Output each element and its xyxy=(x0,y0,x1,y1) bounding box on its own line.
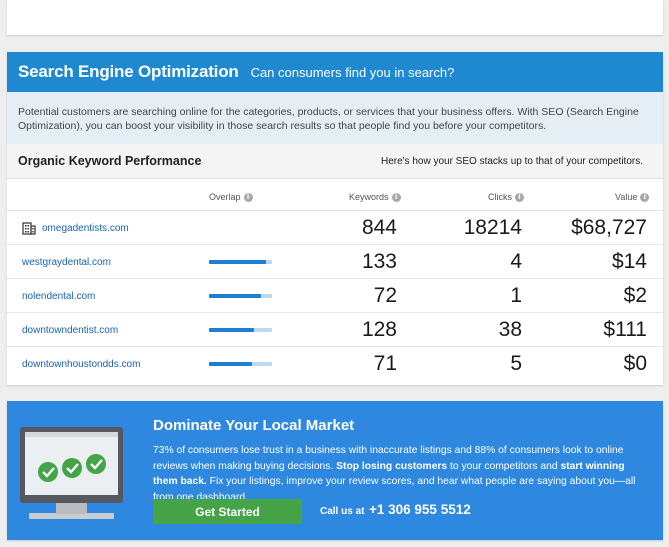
column-value-label: Value xyxy=(615,192,638,202)
overlap-bar xyxy=(209,328,272,332)
keywords-value: 133 xyxy=(361,250,397,273)
phone-number[interactable]: +1 306 955 5512 xyxy=(369,502,471,517)
column-keywords-label: Keywords xyxy=(349,192,389,202)
column-overlap-label: Overlap xyxy=(209,192,241,202)
value-amount: $14 xyxy=(611,250,647,273)
column-clicks: Clicks i xyxy=(488,192,524,202)
table-row: westgraydental.com 133 4 $14 xyxy=(7,245,663,279)
previous-section-card xyxy=(7,0,663,35)
clicks-value: 4 xyxy=(510,250,522,273)
column-clicks-label: Clicks xyxy=(488,192,512,202)
domain-link[interactable]: westgraydental.com xyxy=(22,245,111,279)
keyword-performance-note: Here's how your SEO stacks up to that of… xyxy=(380,155,643,167)
section-subtitle: Can consumers find you in search? xyxy=(250,64,455,80)
cta-text-part: to your competitors and xyxy=(447,460,561,472)
overlap-bar-fill xyxy=(209,362,252,366)
call-label: Call us at xyxy=(320,506,365,517)
seo-description: Potential customers are searching online… xyxy=(7,92,663,144)
value-amount: $2 xyxy=(623,284,647,307)
clicks-value: 1 xyxy=(510,284,522,307)
value-amount: $68,727 xyxy=(571,216,647,239)
seo-header: Search Engine Optimization Can consumers… xyxy=(7,52,663,92)
domain-link[interactable]: omegadentists.com xyxy=(22,211,129,245)
seo-section: Search Engine Optimization Can consumers… xyxy=(7,52,663,385)
keyword-performance-bar: Organic Keyword Performance Here's how y… xyxy=(7,144,663,179)
value-amount: $111 xyxy=(603,318,647,341)
keywords-value: 844 xyxy=(361,216,397,239)
overlap-bar xyxy=(209,260,272,264)
table-header: Overlap i Keywords i Clicks i Value i xyxy=(7,179,663,211)
cta-title: Dominate Your Local Market xyxy=(153,417,355,434)
table-row: downtowndentist.com 128 38 $111 xyxy=(7,313,663,347)
column-keywords: Keywords i xyxy=(349,192,401,202)
domain-name: omegadentists.com xyxy=(42,222,129,234)
column-value: Value i xyxy=(615,192,650,202)
info-icon[interactable]: i xyxy=(515,192,524,202)
keywords-value: 72 xyxy=(373,284,397,307)
overlap-bar-fill xyxy=(209,328,255,332)
overlap-bar-fill xyxy=(209,294,261,298)
keywords-value: 71 xyxy=(373,352,397,375)
get-started-button[interactable]: Get Started xyxy=(153,499,302,524)
monitor-checkmarks-icon xyxy=(20,427,123,519)
info-icon[interactable]: i xyxy=(243,192,253,202)
overlap-bar xyxy=(209,362,272,366)
overlap-bar xyxy=(209,294,272,298)
domain-link[interactable]: downtowndentist.com xyxy=(22,313,118,347)
clicks-value: 38 xyxy=(498,318,522,341)
domain-link[interactable]: nolendental.com xyxy=(22,279,95,313)
table-body: omegadentists.com 844 18214 $68,727 west… xyxy=(7,211,663,381)
cta-description: 73% of consumers lose trust in a busines… xyxy=(153,443,648,505)
keywords-value: 128 xyxy=(361,318,397,341)
keyword-performance-title: Organic Keyword Performance xyxy=(18,154,202,168)
local-market-cta: Dominate Your Local Market 73% of consum… xyxy=(7,401,663,540)
table-row: omegadentists.com 844 18214 $68,727 xyxy=(7,211,663,245)
column-overlap: Overlap i xyxy=(209,192,253,202)
cta-text-bold: Stop losing customers xyxy=(336,460,448,472)
section-title: Search Engine Optimization xyxy=(18,62,239,81)
building-icon xyxy=(22,221,36,235)
overlap-bar-fill xyxy=(209,260,266,264)
info-icon[interactable]: i xyxy=(391,192,401,202)
table-row: downtownhoustondds.com 71 5 $0 xyxy=(7,347,663,381)
clicks-value: 18214 xyxy=(463,216,522,239)
clicks-value: 5 xyxy=(510,352,522,375)
value-amount: $0 xyxy=(623,352,647,375)
domain-link[interactable]: downtownhoustondds.com xyxy=(22,347,140,381)
table-row: nolendental.com 72 1 $2 xyxy=(7,279,663,313)
info-icon[interactable]: i xyxy=(640,192,650,202)
